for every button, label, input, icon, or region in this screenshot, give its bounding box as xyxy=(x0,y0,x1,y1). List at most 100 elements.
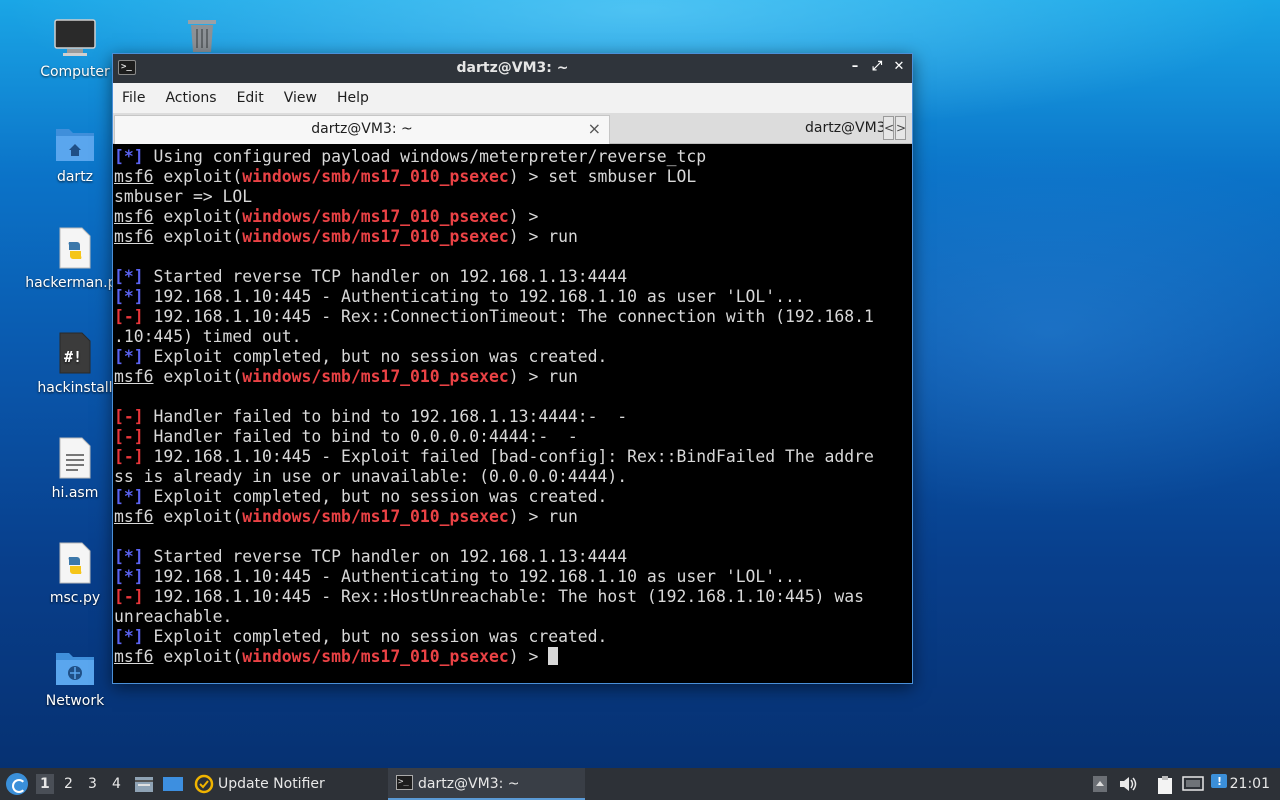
close-button[interactable]: ✕ xyxy=(892,58,906,76)
trash-icon xyxy=(188,20,216,52)
terminal-text: 192.168.1.10:445 - Authenticating to 192… xyxy=(143,567,805,586)
desktop-icon-label: msc.py xyxy=(49,590,101,606)
terminal-text: ) > xyxy=(508,207,539,226)
menu-help[interactable]: Help xyxy=(337,90,369,106)
terminal-text: Handler failed to bind to 192.168.1.13:4… xyxy=(143,407,628,426)
tray-up-arrow-icon[interactable] xyxy=(1092,775,1108,793)
workspace-4[interactable]: 4 xyxy=(112,776,121,792)
tab-bar: dartz@VM3: ~ × dartz@VM3: ~ < > xyxy=(113,113,912,144)
python-file-icon xyxy=(59,227,91,269)
maximize-button[interactable]: ⤢ xyxy=(870,58,884,76)
tab-close-icon[interactable]: × xyxy=(588,119,601,138)
info-marker: [*] xyxy=(114,147,144,166)
tab-terminal-1[interactable]: dartz@VM3: ~ × xyxy=(114,115,610,144)
terminal-line: [*] 192.168.1.10:445 - Authenticating to… xyxy=(114,567,912,587)
error-marker: [-] xyxy=(114,307,144,326)
error-marker: [-] xyxy=(114,587,144,606)
info-marker: [*] xyxy=(114,567,144,586)
desktop-icon-label: hi.asm xyxy=(51,485,99,501)
menu-file[interactable]: File xyxy=(122,90,145,106)
info-marker: [*] xyxy=(114,347,144,366)
prompt-label: msf6 xyxy=(114,207,154,226)
desktop-icon-dartz[interactable]: dartz xyxy=(25,123,125,185)
terminal-text: 192.168.1.10:445 - Exploit failed [bad-c… xyxy=(143,447,874,466)
start-menu-button[interactable] xyxy=(6,773,28,795)
terminal-line: msf6 exploit(windows/smb/ms17_010_psexec… xyxy=(114,507,912,527)
terminal-text: 192.168.1.10:445 - Rex::HostUnreachable:… xyxy=(143,587,864,606)
terminal-text: ) > run xyxy=(508,367,578,386)
module-name: windows/smb/ms17_010_psexec xyxy=(242,167,509,186)
terminal-line: [*] Started reverse TCP handler on 192.1… xyxy=(114,547,912,567)
svg-text:!: ! xyxy=(1217,775,1222,788)
desktop-icon-network[interactable]: Network xyxy=(25,647,125,709)
workspace-2[interactable]: 2 xyxy=(64,776,73,792)
taskbar: 1 2 3 4 Update Notifier >_ dartz@VM3: ~ … xyxy=(0,768,1280,800)
desktop-icon-hi-asm[interactable]: hi.asm xyxy=(25,437,125,501)
workspace-3[interactable]: 3 xyxy=(88,776,97,792)
desktop-show-icon[interactable] xyxy=(162,775,184,793)
prompt-label: msf6 xyxy=(114,507,154,526)
terminal-line: msf6 exploit(windows/smb/ms17_010_psexec… xyxy=(114,647,912,667)
terminal-line: [-] 192.168.1.10:445 - Rex::HostUnreacha… xyxy=(114,587,912,607)
terminal-line: msf6 exploit(windows/smb/ms17_010_psexec… xyxy=(114,367,912,387)
window-titlebar[interactable]: >_ dartz@VM3: ~ – ⤢ ✕ xyxy=(113,54,912,83)
terminal-text: exploit( xyxy=(153,167,243,186)
info-marker: [*] xyxy=(114,547,144,566)
taskbar-update-notifier[interactable]: Update Notifier xyxy=(218,776,325,792)
tab-scroll-left-button[interactable]: < xyxy=(883,116,894,140)
terminal-line: [-] Handler failed to bind to 0.0.0.0:44… xyxy=(114,427,912,447)
desktop-icon-label: dartz xyxy=(56,169,94,185)
terminal-text: 192.168.1.10:445 - Rex::ConnectionTimeou… xyxy=(143,307,874,326)
terminal-text: Exploit completed, but no session was cr… xyxy=(143,487,608,506)
terminal-task-icon: >_ xyxy=(396,775,413,790)
terminal-text: exploit( xyxy=(153,227,243,246)
window-title: dartz@VM3: ~ xyxy=(456,60,569,76)
terminal-line: [*] 192.168.1.10:445 - Authenticating to… xyxy=(114,287,912,307)
terminal-line: msf6 exploit(windows/smb/ms17_010_psexec… xyxy=(114,207,912,227)
terminal-text: Handler failed to bind to 0.0.0.0:4444:-… xyxy=(143,427,578,446)
terminal-window[interactable]: >_ dartz@VM3: ~ – ⤢ ✕ File Actions Edit … xyxy=(112,53,913,684)
computer-icon xyxy=(54,19,96,56)
tab-scroll-right-button[interactable]: > xyxy=(895,116,906,140)
desktop-icon-computer[interactable]: Computer xyxy=(25,18,125,80)
desktop-icon-trash[interactable] xyxy=(152,18,252,52)
info-marker: [*] xyxy=(114,627,144,646)
svg-text:#!: #! xyxy=(64,348,82,366)
terminal-text: ) > xyxy=(508,647,549,666)
terminal-line: [-] 192.168.1.10:445 - Exploit failed [b… xyxy=(114,447,912,467)
terminal-line: [*] Exploit completed, but no session wa… xyxy=(114,627,912,647)
minimize-button[interactable]: – xyxy=(848,58,862,76)
menu-edit[interactable]: Edit xyxy=(237,90,264,106)
terminal-text: exploit( xyxy=(153,647,243,666)
desktop-icon-hackerman[interactable]: hackerman.py xyxy=(25,227,125,291)
terminal-line: [*] Exploit completed, but no session wa… xyxy=(114,487,912,507)
module-name: windows/smb/ms17_010_psexec xyxy=(242,647,509,666)
terminal-output[interactable]: [*] Using configured payload windows/met… xyxy=(113,144,912,683)
terminal-line: msf6 exploit(windows/smb/ms17_010_psexec… xyxy=(114,167,912,187)
workspace-1[interactable]: 1 xyxy=(36,774,54,794)
desktop-icon-hackinstall[interactable]: #! hackinstall xyxy=(25,332,125,396)
menu-view[interactable]: View xyxy=(284,90,317,106)
menu-bar: File Actions Edit View Help xyxy=(113,83,912,113)
menu-actions[interactable]: Actions xyxy=(165,90,216,106)
clipboard-icon[interactable] xyxy=(1156,775,1174,795)
module-name: windows/smb/ms17_010_psexec xyxy=(242,367,509,386)
terminal-line: [-] Handler failed to bind to 192.168.1.… xyxy=(114,407,912,427)
file-manager-icon[interactable] xyxy=(134,775,154,793)
tab-label: dartz@VM3: ~ xyxy=(311,121,413,137)
prompt-label: msf6 xyxy=(114,167,154,186)
clock[interactable]: 21:01 xyxy=(1230,776,1270,792)
network-folder-icon xyxy=(56,653,94,685)
terminal-text: Started reverse TCP handler on 192.168.1… xyxy=(143,547,628,566)
volume-icon[interactable] xyxy=(1118,775,1138,793)
terminal-line: [-] 192.168.1.10:445 - Rex::ConnectionTi… xyxy=(114,307,912,327)
desktop-icon-msc-py[interactable]: msc.py xyxy=(25,542,125,606)
notification-icon[interactable]: ! xyxy=(1210,773,1228,791)
taskbar-terminal-task[interactable]: >_ dartz@VM3: ~ xyxy=(388,768,585,800)
network-status-icon[interactable] xyxy=(1182,775,1204,793)
terminal-text: Started reverse TCP handler on 192.168.1… xyxy=(143,267,628,286)
desktop-icon-label: Computer xyxy=(40,64,110,80)
prompt-label: msf6 xyxy=(114,227,154,246)
